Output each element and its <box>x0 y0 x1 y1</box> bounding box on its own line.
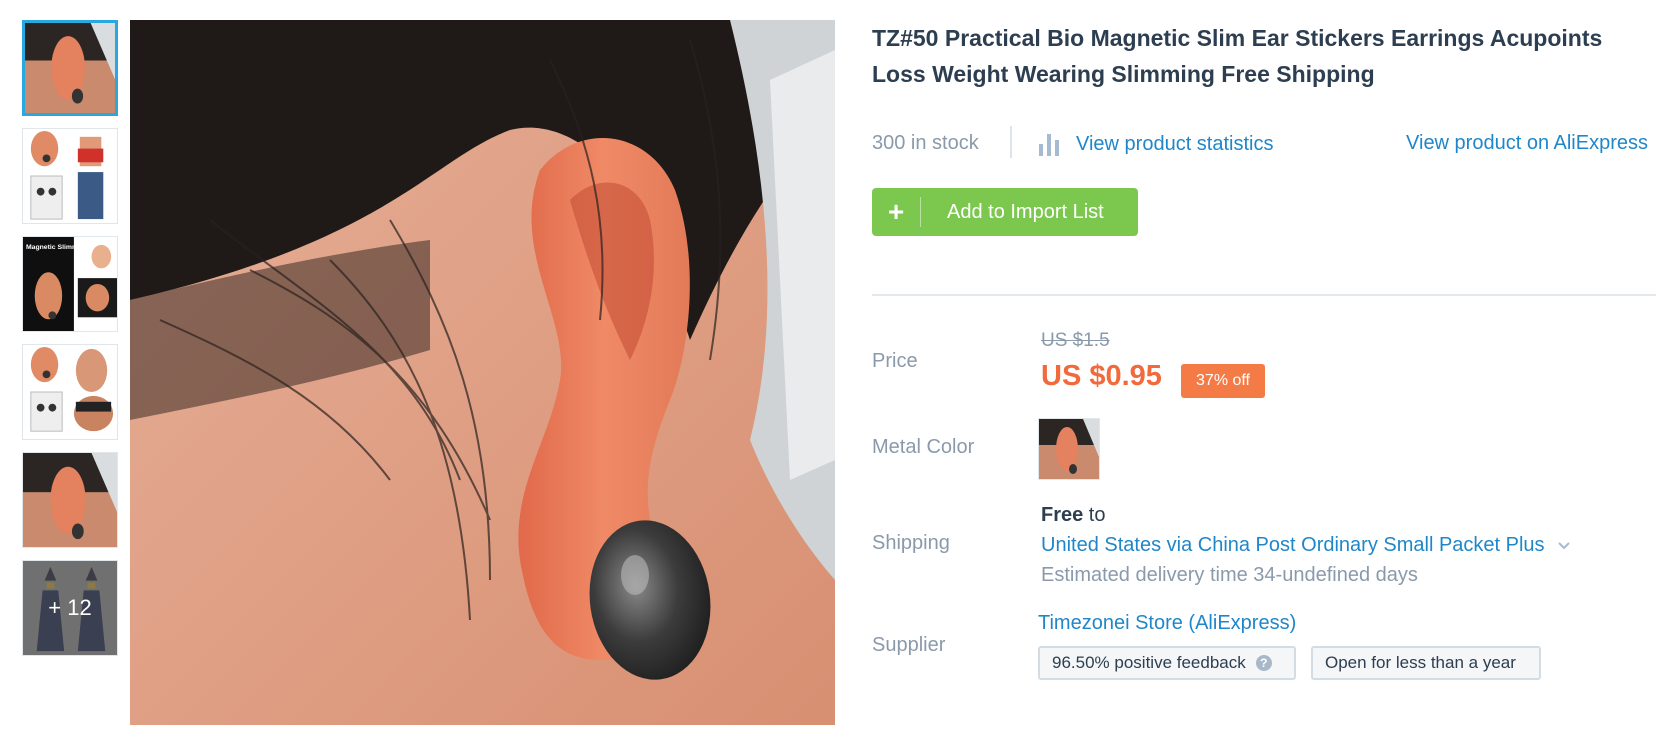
main-product-image[interactable] <box>130 20 835 725</box>
add-to-import-list-label: Add to Import List <box>947 200 1104 223</box>
delivery-estimate: Estimated delivery time 34-undefined day… <box>1041 564 1418 586</box>
thumbnail-2[interactable] <box>22 128 118 224</box>
metal-color-label: Metal Color <box>872 436 975 458</box>
thumbnail-1[interactable] <box>22 20 118 116</box>
thumbnail-1-image <box>25 23 115 113</box>
thumbnail-5[interactable] <box>22 452 118 548</box>
help-icon[interactable]: ? <box>1255 655 1272 671</box>
bar-chart-icon <box>1039 134 1059 156</box>
shipping-free: Free <box>1041 504 1084 526</box>
store-age-label: Open for less than a year <box>1325 653 1516 672</box>
chevron-down-icon <box>1557 541 1570 549</box>
section-divider <box>872 294 1656 296</box>
more-images-count: + 12 <box>23 561 117 655</box>
view-on-aliexpress-link[interactable]: View product on AliExpress <box>1406 132 1648 155</box>
thumbnail-2-image <box>23 129 117 223</box>
shipping-free-line: Free to <box>1041 504 1106 527</box>
product-info: TZ#50 Practical Bio Magnetic Slim Ear St… <box>872 20 1662 164</box>
metal-color-swatch[interactable] <box>1038 418 1100 480</box>
positive-feedback-label: 96.50% positive feedback <box>1052 653 1246 672</box>
positive-feedback-chip: 96.50% positive feedback ? <box>1038 646 1296 680</box>
plus-icon: + <box>887 196 905 227</box>
supplier-label: Supplier <box>872 634 946 656</box>
svg-text:Magnetic Slimming: Magnetic Slimming <box>26 244 88 251</box>
store-age-chip: Open for less than a year <box>1311 646 1541 680</box>
meta-divider <box>1010 126 1012 158</box>
thumbnail-4-image <box>23 345 117 439</box>
supplier-store-link[interactable]: Timezonei Store (AliExpress) <box>1038 612 1296 635</box>
product-meta-row: 300 in stock View product statistics Vie… <box>872 124 1662 164</box>
view-statistics-link[interactable]: View product statistics <box>1038 132 1274 156</box>
thumbnail-more[interactable]: + 12 <box>22 560 118 656</box>
shipping-label: Shipping <box>872 532 950 554</box>
sale-price: US $0.95 <box>1041 360 1162 392</box>
button-separator <box>920 197 921 227</box>
thumbnail-5-image <box>23 453 117 547</box>
thumbnail-3-image: Magnetic Slimming <box>23 237 117 331</box>
thumbnail-gallery: Magnetic Slimming + 12 <box>22 20 118 668</box>
stock-count: 300 in stock <box>872 132 979 154</box>
shipping-method-dropdown[interactable]: United States via China Post Ordinary Sm… <box>1041 534 1571 557</box>
view-statistics-label: View product statistics <box>1076 132 1274 155</box>
original-price: US $1.5 <box>1041 330 1110 351</box>
product-title: TZ#50 Practical Bio Magnetic Slim Ear St… <box>872 25 1603 87</box>
swatch-image <box>1039 419 1099 479</box>
thumbnail-3[interactable]: Magnetic Slimming <box>22 236 118 332</box>
discount-badge: 37% off <box>1181 364 1265 398</box>
shipping-to: to <box>1083 504 1106 526</box>
thumbnail-4[interactable] <box>22 344 118 440</box>
add-to-import-list-button[interactable]: + Add to Import List <box>872 188 1138 236</box>
shipping-method-label: United States via China Post Ordinary Sm… <box>1041 534 1545 556</box>
main-product-photo <box>130 20 835 725</box>
price-label: Price <box>872 350 918 372</box>
